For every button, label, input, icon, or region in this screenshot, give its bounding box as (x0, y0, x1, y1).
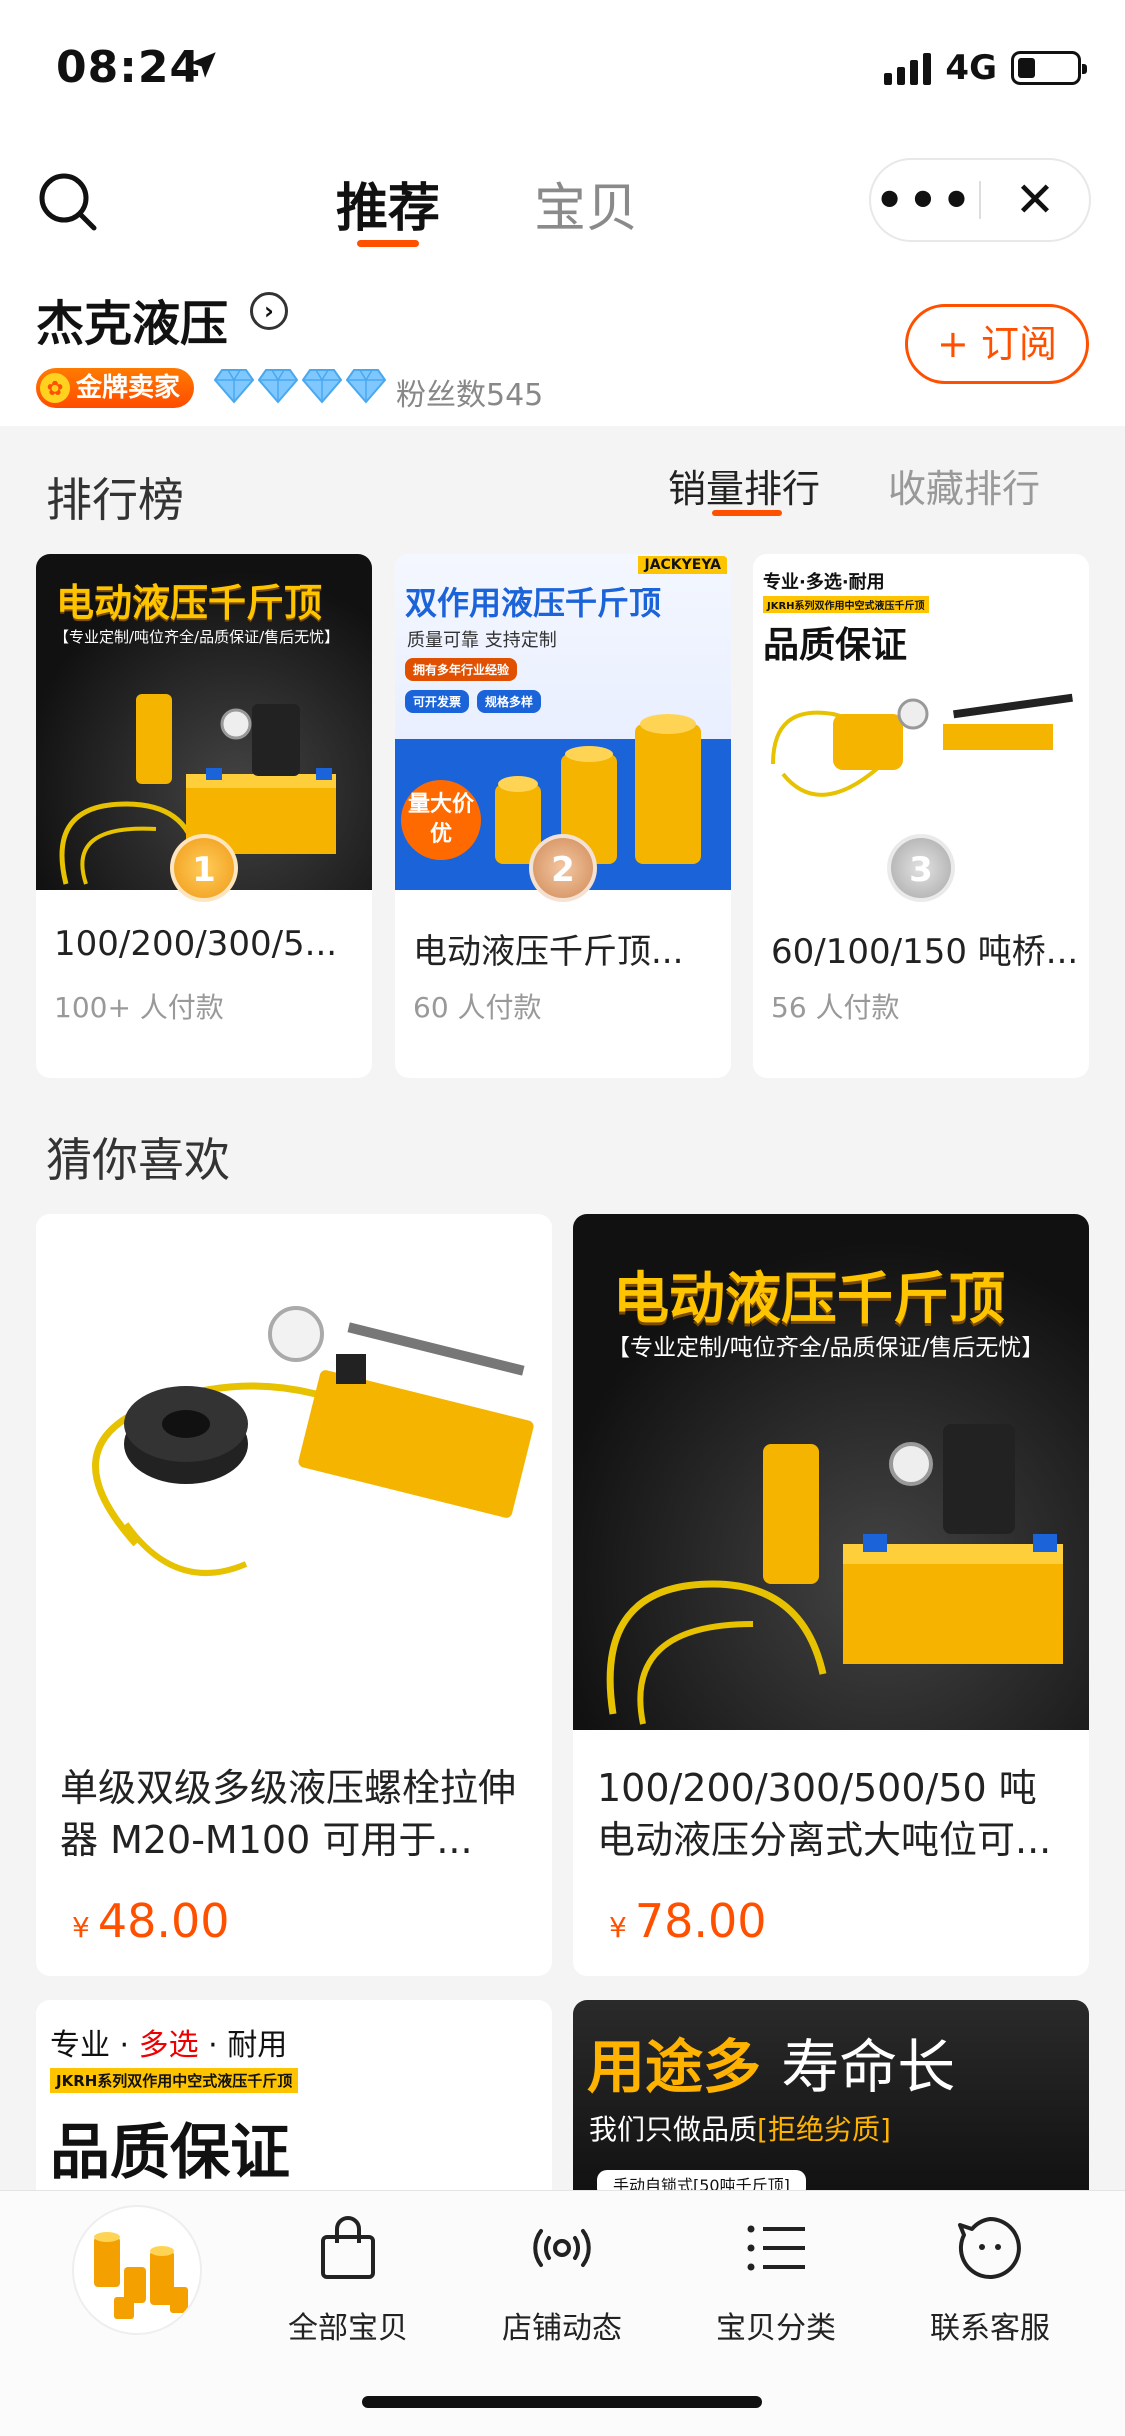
banner-subtitle: 专业·多选·耐用 (763, 572, 885, 593)
tab-customer-service[interactable]: 联系客服 (900, 2213, 1080, 2347)
banner-subtitle: 【专业定制/吨位齐全/品质保证/售后无忧】 (607, 1335, 1045, 1361)
diamond-icon (346, 369, 386, 404)
product-card[interactable]: 电动液压千斤顶 【专业定制/吨位齐全/品质保证/售后无忧】 100/200/30… (573, 1214, 1089, 1976)
subscribe-button[interactable]: + 订阅 (905, 304, 1089, 384)
product-title: 电动液压千斤顶... (413, 932, 684, 972)
banner-tag: [拒绝劣质] (757, 2113, 891, 2146)
status-bar: 08:24 4G (0, 0, 1125, 140)
battery-icon (1011, 51, 1087, 85)
banner-title: 品质保证 (50, 2118, 290, 2188)
product-price: ¥78.00 (609, 1894, 767, 1948)
shop-logo-image (94, 2232, 188, 2319)
payment-count: 100+ 人付款 (54, 991, 224, 1024)
promo-sticker: 量大价优 (401, 780, 481, 860)
bolt-tensioner-illustration (92, 1306, 534, 1576)
price-value: 78.00 (634, 1894, 767, 1948)
product-title: 单级双级多级液压螺栓拉伸器 M20-M100 可用于... (60, 1766, 517, 1862)
tab-items[interactable]: 宝贝 (534, 166, 638, 241)
gold-seller-badge: ✿ 金牌卖家 (36, 368, 195, 408)
rank-medal-gold: 1 (170, 834, 238, 902)
tab-label: 全部宝贝 (288, 2311, 408, 2346)
rank-card[interactable]: 电动液压千斤顶 【专业定制/吨位齐全/品质保证/售后无忧】 1 100/200/… (36, 554, 372, 1078)
rank-card[interactable]: 专业·多选·耐用 JKRH系列双作用中空式液压千斤顶 品质保证 3 60/100… (753, 554, 1089, 1078)
tab-favorites-ranking[interactable]: 收藏排行 (888, 458, 1040, 513)
diamond-icon (302, 369, 342, 404)
shopping-bag-icon (321, 2216, 375, 2279)
shop-logo[interactable] (72, 2205, 202, 2335)
banner-word: 多选 (138, 2028, 199, 2063)
home-indicator (362, 2396, 762, 2408)
tab-shop-dynamic[interactable]: 店铺动态 (472, 2213, 652, 2347)
banner-title: 电动液压千斤顶 (613, 1267, 1005, 1332)
product-title: 60/100/150 吨桥... (771, 932, 1079, 972)
diamond-icon (258, 369, 298, 404)
tab-all-items[interactable]: 全部宝贝 (258, 2213, 438, 2347)
tab-label: 宝贝分类 (716, 2311, 836, 2346)
tab-categories[interactable]: 宝贝分类 (686, 2213, 866, 2347)
banner-title: 双作用液压千斤顶 (405, 584, 662, 622)
badge-label: 金牌卖家 (76, 373, 181, 403)
more-icon[interactable]: ••• (871, 177, 979, 223)
product-title: 100/200/300/500/50 吨电动液压分离式大吨位可... (597, 1766, 1052, 1862)
product-image (36, 1214, 552, 1730)
seller-rating (214, 368, 386, 404)
broadcast-icon (533, 2229, 591, 2267)
medal-icon: ✿ (40, 373, 70, 403)
price-value: 48.00 (97, 1894, 230, 1948)
rank-medal-bronze: 2 (529, 834, 597, 902)
product-card[interactable]: 专业 · 多选 · 耐用 JKRH系列双作用中空式液压千斤顶 品质保证 (36, 2000, 552, 2190)
location-arrow-icon (190, 52, 216, 78)
banner-subtitle: 我们只做品质 (589, 2113, 758, 2146)
product-card[interactable]: 单级双级多级液压螺栓拉伸器 M20-M100 可用于... ¥48.00 (36, 1214, 552, 1976)
banner-caption: 手动自锁式[50吨千斤顶] (597, 2170, 806, 2190)
payment-count: 56 人付款 (771, 991, 900, 1024)
signal-icon (884, 51, 932, 85)
series-label: JKRH系列双作用中空式液压千斤顶 (50, 2068, 299, 2093)
tab-sales-ranking[interactable]: 销量排行 (668, 458, 820, 513)
banner-subtitle: 【专业定制/吨位齐全/品质保证/售后无忧】 (54, 628, 340, 646)
fans-count: 粉丝数545 (396, 378, 544, 413)
active-tab-indicator (357, 240, 419, 247)
product-title: 100/200/300/5... (54, 924, 338, 964)
miniapp-capsule: ••• ✕ (869, 158, 1091, 242)
shop-detail-arrow-icon[interactable]: › (250, 292, 288, 330)
product-image: 用途多 寿命长 我们只做品质[拒绝劣质] 手动自锁式[50吨千斤顶] (573, 2000, 1089, 2190)
banner-subtitle: 质量可靠 支持定制 (407, 630, 557, 651)
product-card[interactable]: 用途多 寿命长 我们只做品质[拒绝劣质] 手动自锁式[50吨千斤顶] (573, 2000, 1089, 2190)
top-nav: 推荐 宝贝 ••• ✕ (0, 140, 1125, 264)
shop-name[interactable]: 杰克液压 (36, 284, 228, 354)
tab-label: 店铺动态 (502, 2311, 622, 2346)
rank-card[interactable]: JACKYEYA 双作用液压千斤顶 质量可靠 支持定制 拥有多年行业经验 可开发… (395, 554, 731, 1078)
shop-header: 杰克液压 › ✿ 金牌卖家 粉丝数545 + 订阅 (0, 264, 1125, 426)
rank-medal-silver: 3 (887, 834, 955, 902)
banner-title: 品质保证 (763, 625, 908, 666)
currency-symbol: ¥ (609, 1911, 627, 1944)
product-image: 专业 · 多选 · 耐用 JKRH系列双作用中空式液压千斤顶 品质保证 (36, 2000, 552, 2190)
series-label: JKRH系列双作用中空式液压千斤顶 (763, 596, 929, 613)
product-image: 电动液压千斤顶 【专业定制/吨位齐全/品质保证/售后无忧】 (573, 1214, 1089, 1730)
tab-recommend[interactable]: 推荐 (336, 166, 440, 241)
tab-label: 联系客服 (930, 2311, 1050, 2346)
banner-word: 寿命长 (781, 2033, 956, 2101)
banner-word: 专业 (50, 2028, 110, 2063)
product-price: ¥48.00 (72, 1894, 230, 1948)
ranking-title: 排行榜 (46, 473, 184, 527)
ranking-tab-indicator (712, 510, 782, 516)
list-icon (747, 2225, 805, 2271)
status-time: 08:24 (56, 42, 202, 93)
banner-title: 电动液压千斤顶 (56, 581, 323, 625)
service-smiley-icon (958, 2217, 1021, 2279)
close-icon[interactable]: ✕ (981, 172, 1089, 228)
currency-symbol: ¥ (72, 1911, 90, 1944)
search-icon[interactable] (36, 170, 100, 234)
payment-count: 60 人付款 (413, 991, 542, 1024)
network-type: 4G (945, 48, 997, 88)
banner-word: 用途多 (587, 2033, 762, 2101)
brand-label: JACKYEYA (638, 556, 727, 574)
banner-word: 耐用 (227, 2028, 288, 2063)
electric-pump-illustration (606, 1424, 1063, 1725)
guess-title: 猜你喜欢 (46, 1133, 230, 1187)
diamond-icon (214, 369, 254, 404)
